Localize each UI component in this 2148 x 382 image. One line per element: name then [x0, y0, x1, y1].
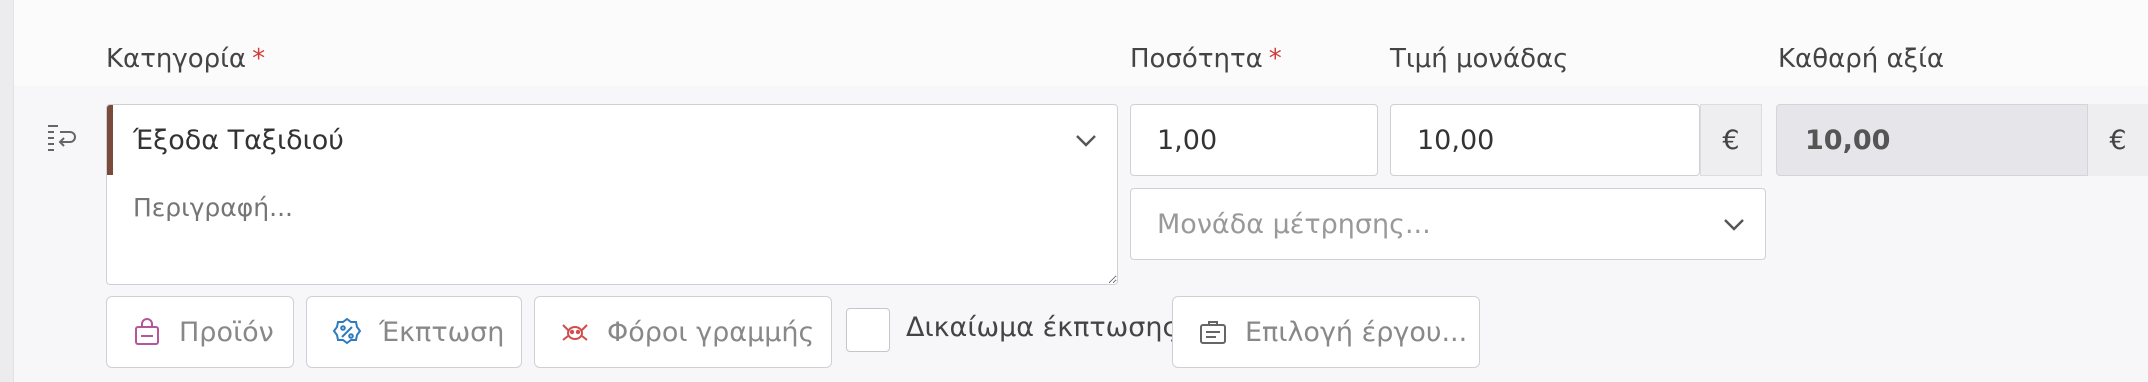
category-value: Έξοδα Ταξιδιού	[133, 124, 344, 156]
category-select[interactable]: Έξοδα Ταξιδιού	[106, 104, 1118, 176]
product-button-label: Προϊόν	[179, 316, 274, 348]
quantity-value: 1,00	[1157, 124, 1218, 156]
category-accent	[107, 105, 113, 175]
net-value-label: Καθαρή αξία	[1778, 44, 1945, 74]
quantity-input[interactable]: 1,00	[1130, 104, 1378, 176]
tax-icon	[559, 316, 591, 348]
discount-right-label: Δικαίωμα έκπτωσης	[906, 312, 1179, 343]
discount-button[interactable]: Έκπτωση	[306, 296, 522, 368]
unit-price-value: 10,00	[1417, 124, 1495, 156]
category-label-text: Κατηγορία	[106, 44, 247, 74]
left-rail	[0, 0, 14, 382]
unit-price-input[interactable]: 10,00	[1390, 104, 1700, 176]
discount-button-label: Έκπτωση	[379, 316, 505, 348]
quantity-label: Ποσότητα *	[1130, 44, 1282, 74]
line-taxes-button[interactable]: Φόροι γραμμής	[534, 296, 832, 368]
quantity-label-text: Ποσότητα	[1130, 44, 1263, 74]
chevron-down-icon	[1721, 211, 1747, 237]
select-project-button[interactable]: Επιλογή έργου...	[1172, 296, 1480, 368]
unit-of-measure-select[interactable]: Μονάδα μέτρησης...	[1130, 188, 1766, 260]
unit-of-measure-placeholder: Μονάδα μέτρησης...	[1157, 208, 1431, 240]
unit-price-currency: €	[1700, 104, 1762, 176]
discount-badge-icon	[331, 316, 363, 348]
required-mark: *	[1268, 44, 1282, 74]
unit-price-label: Τιμή μονάδας	[1390, 44, 1569, 74]
net-value-currency: €	[2088, 104, 2148, 176]
required-mark: *	[252, 44, 266, 74]
shopping-bag-icon	[131, 316, 163, 348]
product-button[interactable]: Προϊόν	[106, 296, 294, 368]
chevron-down-icon	[1073, 127, 1099, 153]
net-value-text: 10,00	[1805, 124, 1891, 156]
description-textarea[interactable]	[106, 175, 1118, 285]
discount-right-checkbox[interactable]	[846, 308, 890, 352]
net-value-field: 10,00	[1776, 104, 2088, 176]
line-taxes-button-label: Φόροι γραμμής	[607, 316, 815, 348]
category-label: Κατηγορία *	[106, 44, 265, 74]
line-reorder-icon[interactable]	[44, 120, 78, 154]
select-project-button-label: Επιλογή έργου...	[1245, 316, 1468, 348]
briefcase-icon	[1197, 316, 1229, 348]
